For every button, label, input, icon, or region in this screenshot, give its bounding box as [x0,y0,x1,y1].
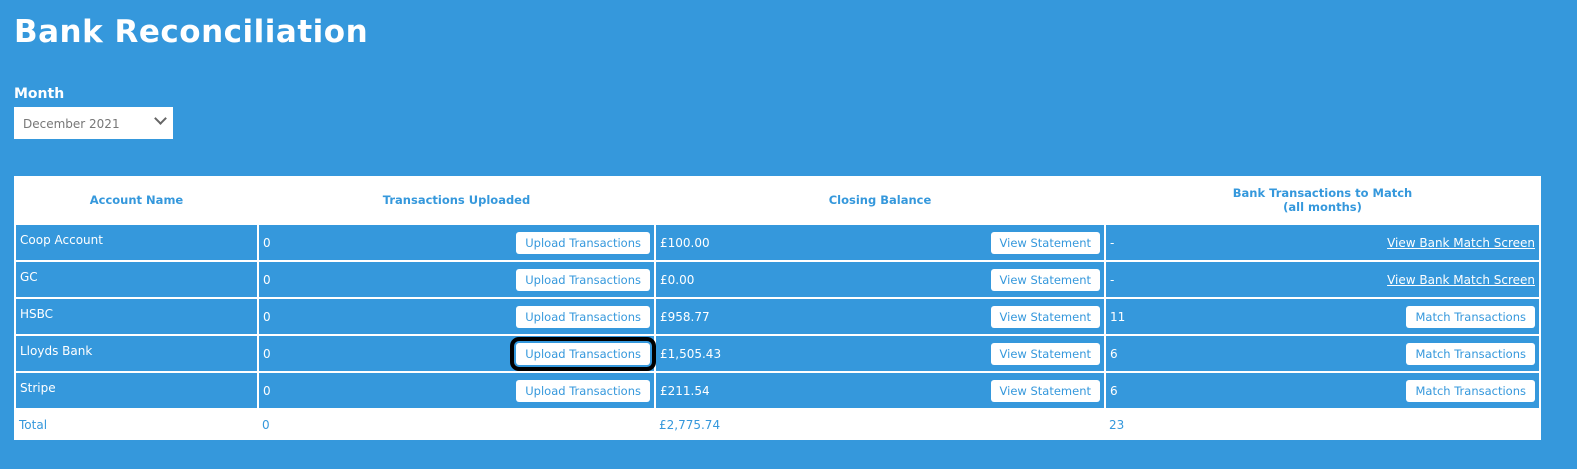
transactions-to-match: 11 [1110,309,1126,324]
closing-balance: £211.54 [660,383,710,398]
total-row: Total 0 £2,775.74 23 [15,409,1540,440]
transactions-uploaded: 0 [263,383,271,398]
transactions-uploaded: 0 [263,346,271,361]
month-label: Month [14,86,65,102]
upload-transactions-button[interactable]: Upload Transactions [516,305,650,328]
total-to-match: 23 [1105,409,1540,440]
total-balance: £2,775.74 [655,409,1105,440]
chevron-down-icon [154,112,167,125]
header-transactions-uploaded: Transactions Uploaded [382,192,531,207]
header-closing-balance: Closing Balance [828,192,932,207]
transactions-uploaded: 0 [263,272,271,287]
view-bank-match-screen-link[interactable]: View Bank Match Screen [1387,273,1535,287]
match-transactions-button[interactable]: Match Transactions [1406,342,1535,365]
view-statement-button[interactable]: View Statement [990,305,1100,328]
reconciliation-table: Account Name Transactions Uploaded Closi… [14,176,1541,440]
view-statement-button[interactable]: View Statement [990,342,1100,365]
total-label: Total [15,409,258,440]
account-name: GC [14,260,259,299]
match-transactions-button[interactable]: Match Transactions [1406,379,1535,402]
view-statement-button[interactable]: View Statement [990,231,1100,254]
table-row: Lloyds Bank 0 Upload Transactions £1,505.… [14,334,1541,373]
closing-balance: £0.00 [660,272,695,287]
account-name: Coop Account [14,223,259,262]
view-bank-match-screen-link[interactable]: View Bank Match Screen [1387,236,1535,250]
transactions-to-match: 6 [1110,383,1118,398]
upload-transactions-button[interactable]: Upload Transactions [516,379,650,402]
view-statement-button[interactable]: View Statement [990,268,1100,291]
upload-transactions-button[interactable]: Upload Transactions [516,231,650,254]
table-row: Stripe 0 Upload Transactions £211.54 View … [14,371,1541,410]
account-name: HSBC [14,297,259,336]
closing-balance: £1,505.43 [660,346,722,361]
transactions-uploaded: 0 [263,235,271,250]
closing-balance: £100.00 [660,235,710,250]
header-bank-transactions-to-match: Bank Transactions to Match (all months) [1232,185,1413,214]
header-account-name: Account Name [89,192,184,207]
transactions-to-match: - [1110,272,1115,287]
month-value: December 2021 [23,117,120,131]
table-row: Coop Account 0 Upload Transactions £100.0… [14,223,1541,262]
transactions-to-match: 6 [1110,346,1118,361]
upload-transactions-button[interactable]: Upload Transactions [516,268,650,291]
table-row: GC 0 Upload Transactions £0.00 View Statem… [14,260,1541,299]
table-row: HSBC 0 Upload Transactions £958.77 View St… [14,297,1541,336]
view-statement-button[interactable]: View Statement [990,379,1100,402]
transactions-to-match: - [1110,235,1115,250]
page-title: Bank Reconciliation [14,14,369,50]
upload-transactions-button[interactable]: Upload Transactions [510,336,656,371]
account-name: Lloyds Bank [14,334,259,373]
match-transactions-button[interactable]: Match Transactions [1406,305,1535,328]
total-uploaded: 0 [258,409,655,440]
transactions-uploaded: 0 [263,309,271,324]
closing-balance: £958.77 [660,309,710,324]
month-select[interactable]: December 2021 [14,107,173,139]
account-name: Stripe [14,371,259,410]
